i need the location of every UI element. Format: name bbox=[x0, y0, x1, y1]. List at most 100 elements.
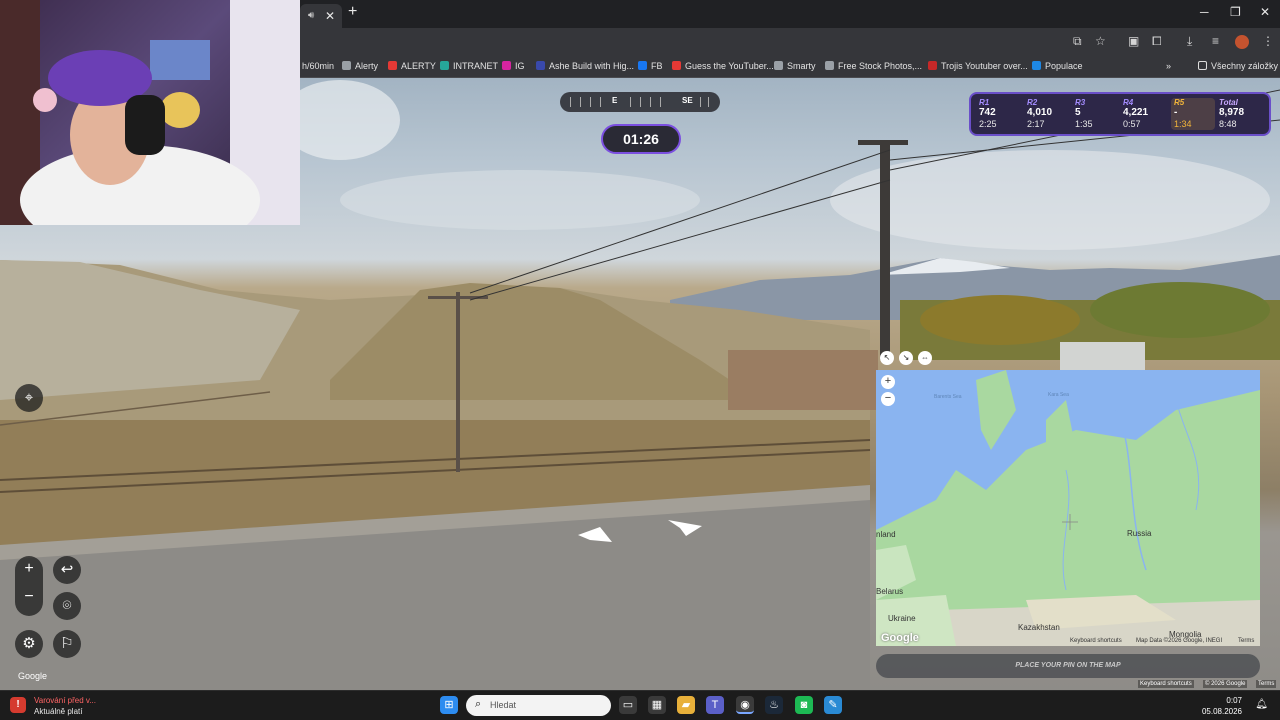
checkpoint-button[interactable]: ⌖ bbox=[15, 384, 43, 412]
browser-tab-bar: 🔊︎ ✕ + ─ ❐ ✕ bbox=[300, 0, 1280, 28]
puzzle-icon[interactable]: ⧠ bbox=[1152, 34, 1162, 49]
round-time: 2:17 bbox=[1027, 119, 1045, 129]
minimize-window-button[interactable]: ─ bbox=[1200, 5, 1209, 19]
bookmark-favicon-icon bbox=[825, 61, 834, 70]
round-score-r2: R2 4,010 2:17 bbox=[1027, 98, 1071, 130]
total-points: 8,978 bbox=[1219, 107, 1245, 118]
bookmark-item[interactable]: Free Stock Photos,... bbox=[825, 61, 922, 71]
teams-icon[interactable]: T bbox=[706, 696, 724, 714]
weather-warning-subtitle[interactable]: Aktuálně platí bbox=[34, 707, 82, 716]
notification-bell-icon[interactable]: 🔔︎ bbox=[1255, 699, 1268, 710]
bookmark-item[interactable]: FB bbox=[638, 61, 663, 71]
close-tab-icon[interactable]: ✕ bbox=[325, 9, 335, 23]
zoom-out-button[interactable]: − bbox=[15, 588, 43, 606]
total-score: Total 8,978 8:48 bbox=[1219, 98, 1263, 130]
bookmark-item[interactable]: Ashe Build with Hig... bbox=[536, 61, 634, 71]
store-icon[interactable]: ▦ bbox=[648, 696, 666, 714]
weather-warning-title[interactable]: Varování před v... bbox=[34, 696, 96, 705]
file-explorer-icon[interactable]: ▰ bbox=[677, 696, 695, 714]
map-pin-toggle-icon[interactable]: ⇔ bbox=[918, 351, 932, 365]
bookmark-favicon-icon bbox=[928, 61, 937, 70]
compass-tick bbox=[570, 97, 571, 107]
active-tab[interactable]: 🔊︎ ✕ bbox=[300, 4, 342, 28]
compass-bar: E SE bbox=[560, 92, 720, 112]
round-score-r3: R3 5 1:35 bbox=[1075, 98, 1119, 130]
bookmark-favicon-icon bbox=[672, 61, 681, 70]
compass-tick bbox=[600, 97, 601, 107]
undo-button[interactable]: ↩ bbox=[53, 556, 81, 584]
map-zoom-out-button[interactable]: − bbox=[881, 392, 895, 406]
close-window-button[interactable]: ✕ bbox=[1260, 5, 1270, 19]
round-label: R2 bbox=[1027, 98, 1038, 107]
guess-map[interactable]: Barents Sea Kara Sea Russia nland Belaru… bbox=[876, 370, 1260, 646]
compass-label-southeast: SE bbox=[682, 96, 693, 105]
compass-tick bbox=[650, 97, 651, 107]
round-label: R5 bbox=[1174, 98, 1185, 107]
chat-app-icon[interactable]: ◙ bbox=[795, 696, 813, 714]
all-bookmarks-button[interactable]: Všechny záložky bbox=[1198, 61, 1278, 71]
task-view-icon[interactable]: ▭ bbox=[619, 696, 637, 714]
map-zoom-in-button[interactable]: + bbox=[881, 375, 895, 389]
compass-tick bbox=[590, 97, 591, 107]
new-tab-button[interactable]: + bbox=[348, 3, 357, 21]
bookmark-item[interactable]: Populace bbox=[1032, 61, 1083, 71]
compass-tick bbox=[660, 97, 661, 107]
terms-link[interactable]: Terms bbox=[1256, 680, 1277, 688]
profile-avatar[interactable] bbox=[1235, 35, 1249, 49]
google-watermark: Google bbox=[18, 671, 48, 681]
settings-button[interactable]: ⚙ bbox=[15, 630, 43, 658]
map-label-finland: nland bbox=[876, 530, 896, 539]
bookmark-favicon-icon bbox=[638, 61, 647, 70]
bookmark-star-icon[interactable]: ☆ bbox=[1095, 34, 1106, 48]
bookmark-item[interactable]: IG bbox=[502, 61, 525, 71]
map-keyboard-shortcuts-link[interactable]: Keyboard shortcuts bbox=[1070, 638, 1122, 644]
download-icon[interactable]: ⤓ bbox=[1187, 34, 1192, 49]
bookmark-item[interactable]: ALERTY bbox=[388, 61, 436, 71]
restore-window-button[interactable]: ❐ bbox=[1230, 5, 1241, 19]
bookmark-item[interactable]: h/60min bbox=[302, 61, 334, 71]
speaker-icon[interactable]: 🔊︎ bbox=[308, 10, 314, 21]
map-google-logo: Google bbox=[881, 632, 919, 644]
menu-dots-icon[interactable]: ⋮ bbox=[1262, 34, 1274, 48]
compass-tick bbox=[640, 97, 641, 107]
map-shrink-icon[interactable]: ↘ bbox=[899, 351, 913, 365]
cast-icon[interactable]: ⧉ bbox=[1073, 34, 1082, 49]
round-label: R4 bbox=[1123, 98, 1134, 107]
compass-tick bbox=[630, 97, 631, 107]
bookmark-favicon-icon bbox=[502, 61, 511, 70]
round-timer: 01:26 bbox=[601, 124, 681, 154]
bookmarks-overflow-button[interactable]: » bbox=[1166, 61, 1171, 71]
windows-start-icon[interactable]: ⊞ bbox=[440, 696, 458, 714]
bookmark-item[interactable]: Smarty bbox=[774, 61, 816, 71]
compass-label-east: E bbox=[612, 96, 618, 105]
zoom-in-button[interactable]: + bbox=[15, 560, 43, 578]
map-label-russia: Russia bbox=[1127, 529, 1152, 538]
round-label: R3 bbox=[1075, 98, 1086, 107]
return-to-start-button[interactable]: ⌾ bbox=[53, 592, 81, 620]
windows-taskbar: ! Varování před v... Aktuálně platí ⊞ ⌕ … bbox=[0, 690, 1280, 720]
round-points: 4,010 bbox=[1027, 107, 1053, 118]
media-icon[interactable]: ≡ bbox=[1212, 34, 1219, 48]
round-points: 4,221 bbox=[1123, 107, 1149, 118]
weather-warning-icon[interactable]: ! bbox=[10, 697, 26, 713]
total-time: 8:48 bbox=[1219, 119, 1237, 129]
editor-app-icon[interactable]: ✎ bbox=[824, 696, 842, 714]
taskbar-clock[interactable]: 0:07 05.08.2026 bbox=[1202, 695, 1242, 717]
map-terms-link[interactable]: Terms bbox=[1238, 638, 1254, 644]
bookmark-item[interactable]: Guess the YouTuber... bbox=[672, 61, 774, 71]
place-pin-button[interactable]: PLACE YOUR PIN ON THE MAP bbox=[876, 654, 1260, 678]
taskbar-search[interactable]: ⌕ Hledat bbox=[466, 695, 611, 716]
bookmark-item[interactable]: INTRANET bbox=[440, 61, 498, 71]
round-score-r4: R4 4,221 0:57 bbox=[1123, 98, 1167, 130]
map-label-ukraine: Ukraine bbox=[888, 614, 916, 623]
clock-time: 0:07 bbox=[1226, 696, 1242, 705]
keyboard-shortcuts-link[interactable]: Keyboard shortcuts bbox=[1138, 680, 1194, 688]
map-expand-icon[interactable]: ↖ bbox=[880, 351, 894, 365]
bookmark-item[interactable]: Alerty bbox=[342, 61, 378, 71]
flag-button[interactable]: ⚐ bbox=[53, 630, 81, 658]
map-label-kara-sea: Kara Sea bbox=[1048, 392, 1069, 398]
bookmark-item[interactable]: Trojis Youtuber over... bbox=[928, 61, 1028, 71]
chrome-icon[interactable]: ◉ bbox=[736, 696, 754, 714]
steam-icon[interactable]: ♨ bbox=[765, 696, 783, 714]
extension-icon[interactable]: ▣ bbox=[1128, 34, 1139, 48]
